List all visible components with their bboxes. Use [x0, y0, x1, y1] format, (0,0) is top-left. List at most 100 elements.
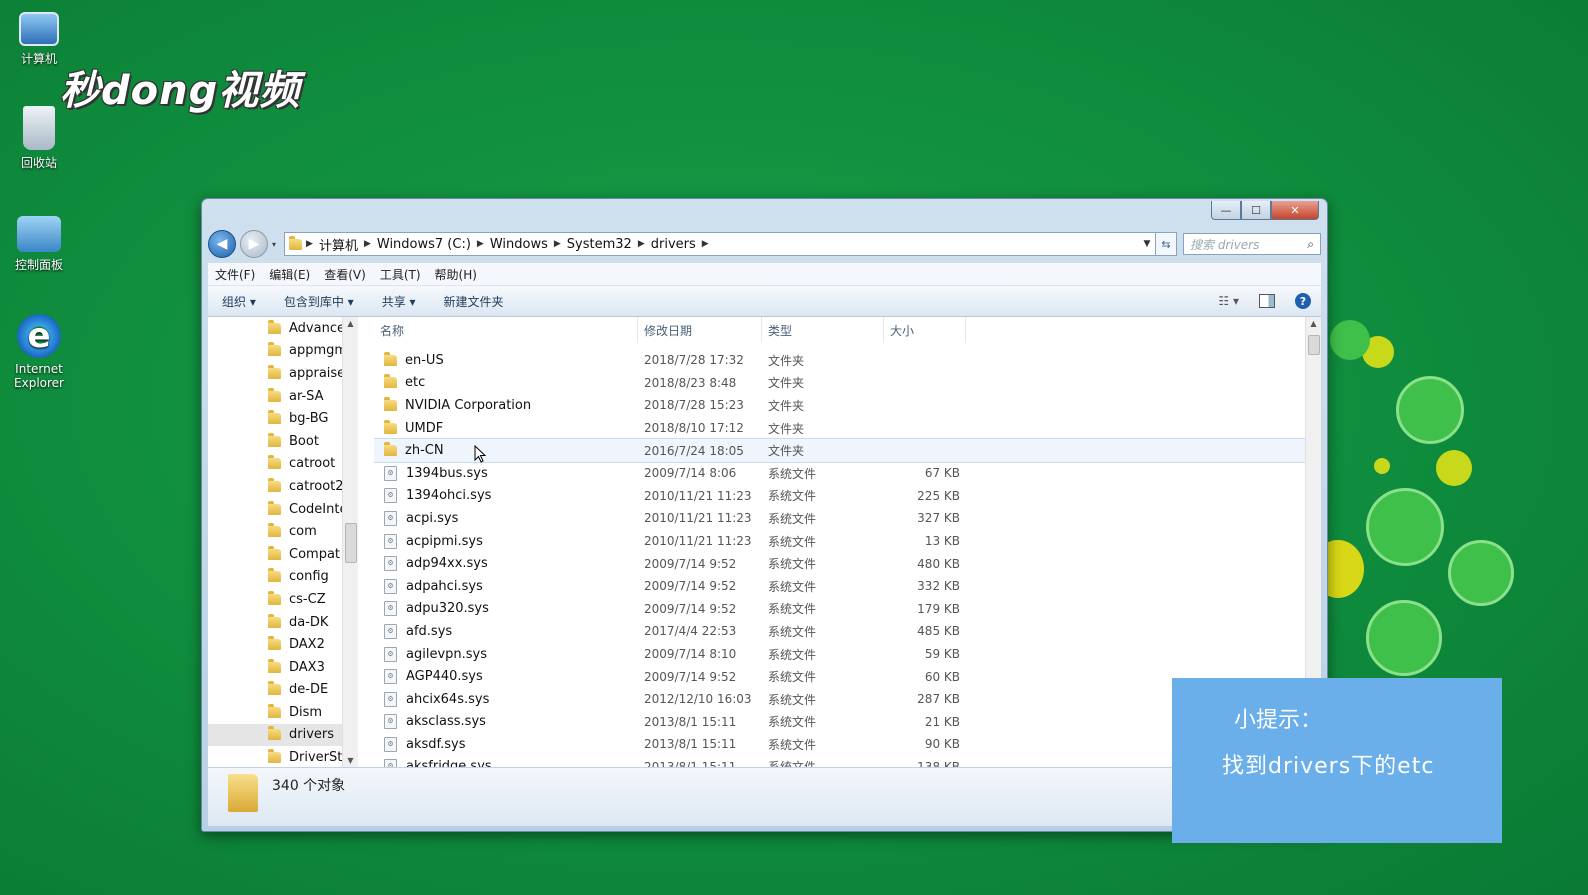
file-row[interactable]: ⚙ aksfridge.sys 2013/8/1 15:11 系统文件 138 KB: [374, 756, 1305, 767]
file-row[interactable]: ⚙ 1394ohci.sys 2010/11/21 11:23 系统文件 225 KB: [374, 485, 1305, 508]
preview-pane-icon[interactable]: [1259, 294, 1275, 308]
new-folder-button[interactable]: 新建文件夹: [430, 293, 518, 310]
menu-help[interactable]: 帮助(H): [428, 266, 484, 283]
file-row[interactable]: UMDF 2018/8/10 17:12 文件夹: [374, 417, 1305, 440]
file-type: 系统文件: [768, 670, 817, 685]
search-icon[interactable]: ⌕: [1307, 237, 1314, 252]
file-row[interactable]: ⚙ aksdf.sys 2013/8/1 15:11 系统文件 90 KB: [374, 733, 1305, 756]
desktop-icon-control-panel[interactable]: 控制面板: [0, 216, 78, 273]
folder-icon: [384, 396, 397, 411]
breadcrumb-item[interactable]: Windows: [490, 237, 548, 252]
share-button[interactable]: 共享 ▾: [368, 293, 430, 310]
tree-item-label: de-DE: [289, 682, 329, 698]
navigation-bar: ◀ ▶ ▾ ▶ 计算机 ▶ Windows7 (C:) ▶ Windows ▶ …: [208, 229, 1321, 259]
tree-item[interactable]: de-DE: [208, 679, 358, 702]
tree-item[interactable]: DAX3: [208, 656, 358, 679]
column-header-date[interactable]: 修改日期: [638, 317, 762, 343]
menu-view[interactable]: 查看(V): [317, 266, 373, 283]
chevron-right-icon[interactable]: ▶: [477, 239, 484, 249]
tree-item[interactable]: ar-SA: [208, 385, 358, 408]
tree-item[interactable]: bg-BG: [208, 407, 358, 430]
address-bar[interactable]: ▶ 计算机 ▶ Windows7 (C:) ▶ Windows ▶ System…: [284, 232, 1156, 256]
forward-button[interactable]: ▶: [240, 230, 268, 258]
file-name: acpipmi.sys: [406, 533, 483, 549]
file-row[interactable]: ⚙ afd.sys 2017/4/4 22:53 系统文件 485 KB: [374, 620, 1305, 643]
breadcrumb-item[interactable]: System32: [567, 237, 632, 252]
file-row[interactable]: NVIDIA Corporation 2018/7/28 15:23 文件夹: [374, 394, 1305, 417]
tree-item-selected[interactable]: drivers: [208, 723, 358, 747]
close-button[interactable]: ✕: [1271, 201, 1319, 220]
file-list-scrollbar-thumb[interactable]: [1308, 335, 1320, 355]
tree-item[interactable]: appmgm: [208, 340, 358, 363]
folder-icon: [268, 364, 281, 379]
tree-item[interactable]: Dism: [208, 701, 358, 724]
file-row[interactable]: ⚙ agilevpn.sys 2009/7/14 8:10 系统文件 59 KB: [374, 643, 1305, 666]
mouse-cursor-icon: [474, 445, 486, 463]
tree-item[interactable]: CodeInte: [208, 498, 358, 521]
breadcrumb-item[interactable]: 计算机: [319, 235, 358, 254]
file-row[interactable]: ⚙ ahcix64s.sys 2012/12/10 16:03 系统文件 287 KB: [374, 688, 1305, 711]
scroll-down-arrow-icon[interactable]: ▼: [343, 756, 358, 765]
chevron-right-icon[interactable]: ▶: [554, 239, 561, 249]
column-header-type[interactable]: 类型: [762, 317, 884, 343]
recent-pages-dropdown-icon[interactable]: ▾: [272, 240, 276, 249]
scroll-up-arrow-icon[interactable]: ▲: [343, 319, 358, 328]
explorer-window[interactable]: — ☐ ✕ ◀ ▶ ▾ ▶ 计算机 ▶ Windows7 (C:) ▶ Wind…: [201, 198, 1328, 832]
file-row[interactable]: zh-CN 2016/7/24 18:05 文件夹: [374, 438, 1305, 463]
chevron-right-icon[interactable]: ▶: [306, 239, 313, 249]
tree-item[interactable]: Compat: [208, 543, 358, 566]
file-row[interactable]: ⚙ aksclass.sys 2013/8/1 15:11 系统文件 21 KB: [374, 711, 1305, 734]
tree-item[interactable]: cs-CZ: [208, 588, 358, 611]
tree-item[interactable]: appraise: [208, 362, 358, 385]
column-header-name[interactable]: 名称: [374, 317, 638, 343]
file-row[interactable]: etc 2018/8/23 8:48 文件夹: [374, 372, 1305, 395]
include-in-library-button[interactable]: 包含到库中 ▾: [270, 293, 368, 310]
chevron-right-icon[interactable]: ▶: [638, 239, 645, 249]
tree-item[interactable]: config: [208, 566, 358, 589]
tree-item[interactable]: da-DK: [208, 611, 358, 634]
tree-item[interactable]: Advance: [208, 317, 358, 340]
file-list[interactable]: 名称 修改日期 类型 大小 en-US 2018/7/28 17:32 文件夹 etc…: [374, 317, 1305, 767]
system-file-icon: ⚙: [384, 533, 397, 549]
desktop-icon-internet-explorer[interactable]: e Internet Explorer: [0, 314, 78, 390]
scroll-up-arrow-icon[interactable]: ▲: [1306, 319, 1321, 328]
refresh-button[interactable]: ⇆: [1156, 232, 1177, 256]
tree-item[interactable]: catroot2: [208, 475, 358, 498]
file-row[interactable]: en-US 2018/7/28 17:32 文件夹: [374, 349, 1305, 372]
file-row[interactable]: ⚙ adpu320.sys 2009/7/14 9:52 系统文件 179 KB: [374, 598, 1305, 621]
change-view-icon[interactable]: ☷ ▾: [1218, 294, 1239, 308]
tree-item[interactable]: com: [208, 520, 358, 543]
file-type: 系统文件: [768, 534, 817, 549]
tree-item[interactable]: DAX2: [208, 633, 358, 656]
file-row[interactable]: ⚙ adp94xx.sys 2009/7/14 9:52 系统文件 480 KB: [374, 552, 1305, 575]
file-row[interactable]: ⚙ 1394bus.sys 2009/7/14 8:06 系统文件 67 KB: [374, 462, 1305, 485]
back-button[interactable]: ◀: [208, 230, 236, 258]
tree-item[interactable]: catroot: [208, 453, 358, 476]
navigation-tree[interactable]: Advance appmgm appraise ar-SA bg-BG Boot…: [208, 317, 358, 767]
file-row[interactable]: ⚙ adpahci.sys 2009/7/14 9:52 系统文件 332 KB: [374, 575, 1305, 598]
chevron-right-icon[interactable]: ▶: [364, 239, 371, 249]
organize-button[interactable]: 组织 ▾: [208, 293, 270, 310]
address-dropdown-icon[interactable]: ▼: [1139, 239, 1155, 249]
column-header-size[interactable]: 大小: [884, 317, 966, 343]
file-name: adpahci.sys: [406, 578, 483, 594]
menu-edit[interactable]: 编辑(E): [262, 266, 317, 283]
file-row[interactable]: ⚙ acpipmi.sys 2010/11/21 11:23 系统文件 13 KB: [374, 530, 1305, 553]
breadcrumb-item[interactable]: drivers: [651, 237, 696, 252]
tree-scrollbar[interactable]: ▲ ▼: [342, 317, 358, 767]
help-icon[interactable]: ?: [1295, 293, 1311, 309]
chevron-right-icon[interactable]: ▶: [702, 239, 709, 249]
minimize-button[interactable]: —: [1211, 201, 1241, 220]
menu-file[interactable]: 文件(F): [208, 266, 262, 283]
tree-scrollbar-thumb[interactable]: [345, 523, 357, 563]
maximize-button[interactable]: ☐: [1241, 201, 1271, 220]
tree-item[interactable]: Boot: [208, 430, 358, 453]
search-input[interactable]: 搜索 drivers ⌕: [1183, 233, 1321, 255]
breadcrumb-item[interactable]: Windows7 (C:): [377, 237, 471, 252]
menu-tools[interactable]: 工具(T): [373, 266, 428, 283]
tree-item[interactable]: DriverSt: [208, 746, 358, 767]
column-headers: 名称 修改日期 类型 大小: [374, 317, 1305, 343]
file-row[interactable]: ⚙ acpi.sys 2010/11/21 11:23 系统文件 327 KB: [374, 507, 1305, 530]
file-row[interactable]: ⚙ AGP440.sys 2009/7/14 9:52 系统文件 60 KB: [374, 665, 1305, 688]
file-size: 13 KB: [924, 534, 960, 549]
